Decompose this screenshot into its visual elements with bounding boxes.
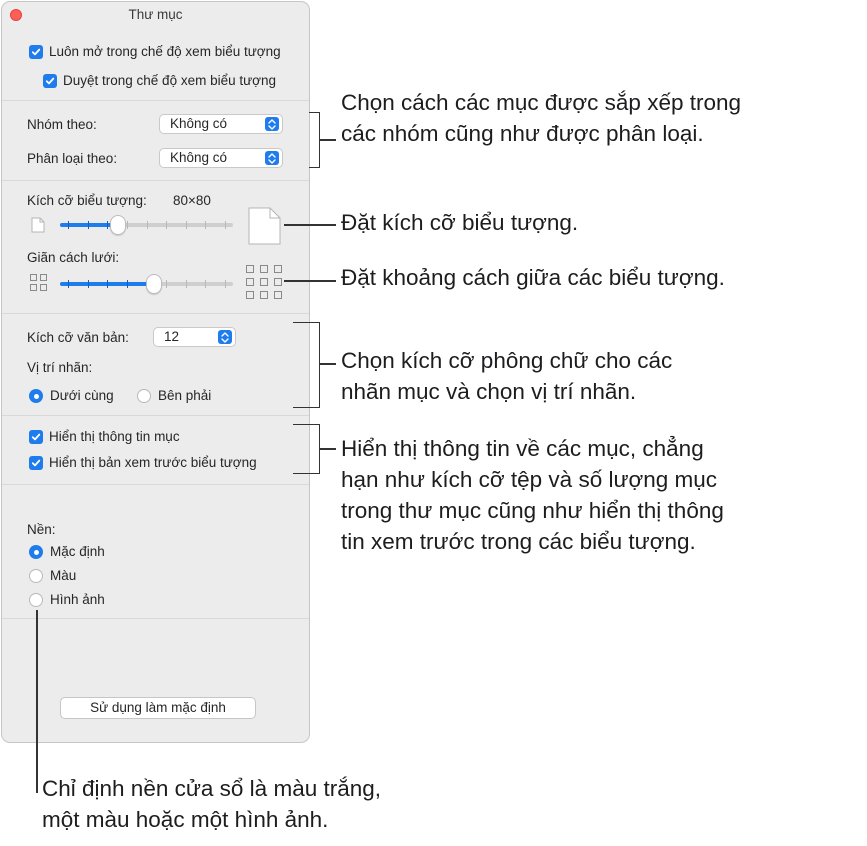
slider-knob[interactable] xyxy=(110,215,126,235)
slider-tick xyxy=(225,221,226,229)
tight-grid-icon xyxy=(30,274,47,291)
group-by-popup[interactable]: Không có xyxy=(159,114,283,134)
divider xyxy=(2,484,309,485)
slider-tick xyxy=(225,280,226,288)
bg-picture-radio[interactable] xyxy=(29,593,43,607)
divider xyxy=(2,100,309,101)
chevron-updown-icon xyxy=(218,330,232,344)
slider-tick xyxy=(186,280,187,288)
slider-tick xyxy=(147,221,148,229)
label-position-label: Vị trí nhãn: xyxy=(27,360,93,375)
always-open-checkbox[interactable] xyxy=(29,45,43,59)
slider-tick xyxy=(127,221,128,229)
sort-by-label: Phân loại theo: xyxy=(27,151,118,166)
slider-tick xyxy=(88,221,89,229)
callout-leader-text xyxy=(319,363,336,365)
callout-grid-spacing: Đặt khoảng cách giữa các biểu tượng. xyxy=(341,265,725,290)
divider xyxy=(2,618,309,619)
group-by-label: Nhóm theo: xyxy=(27,117,97,132)
callout-info-line4: tin xem trước trong các biểu tượng. xyxy=(341,529,696,554)
chevron-updown-icon xyxy=(265,117,279,131)
callout-info-line1: Hiển thị thông tin về các mục, chẳng xyxy=(341,436,704,461)
show-icon-preview-checkbox[interactable] xyxy=(29,456,43,470)
slider-tick xyxy=(107,221,108,229)
callout-background: Chỉ định nền cửa sổ là màu trắng, một mà… xyxy=(42,773,381,835)
show-item-info-label: Hiển thị thông tin mục xyxy=(49,429,180,444)
callout-info-line2: hạn như kích cỡ tệp và số lượng mục xyxy=(341,467,718,492)
callout-leader-grouping xyxy=(319,139,336,141)
small-document-icon xyxy=(31,217,45,233)
label-bottom-radio[interactable] xyxy=(29,389,43,403)
label-right-radio[interactable] xyxy=(137,389,151,403)
bg-default-radio[interactable] xyxy=(29,545,43,559)
group-by-value: Không có xyxy=(170,116,228,131)
callout-leader-background xyxy=(36,610,38,793)
slider-tick xyxy=(127,280,128,288)
callout-grouping-line1: Chọn cách các mục được sắp xếp trong xyxy=(341,90,742,115)
slider-tick xyxy=(88,280,89,288)
icon-size-value: 80×80 xyxy=(173,193,211,208)
bg-picture-text: Hình ảnh xyxy=(50,592,105,607)
window-title: Thư mục xyxy=(128,7,183,22)
callout-info: Hiển thị thông tin về các mục, chẳng hạn… xyxy=(341,433,724,557)
slider-tick xyxy=(166,221,167,229)
callout-leader-info xyxy=(319,448,336,450)
show-item-info-checkbox[interactable] xyxy=(29,430,43,444)
slider-tick xyxy=(186,221,187,229)
callout-leader-icon-size xyxy=(284,224,336,226)
slider-tick xyxy=(68,221,69,229)
grid-spacing-slider[interactable] xyxy=(60,273,233,295)
divider xyxy=(2,313,309,314)
slider-tick xyxy=(107,280,108,288)
callout-leader-grid-spacing xyxy=(284,280,336,282)
callout-text-line2: nhãn mục và chọn vị trí nhãn. xyxy=(341,379,637,404)
callout-text-line1: Chọn kích cỡ phông chữ cho các xyxy=(341,348,673,373)
label-right-text: Bên phải xyxy=(158,388,212,403)
icon-size-label: Kích cỡ biểu tượng: xyxy=(27,193,147,208)
bg-color-text: Màu xyxy=(50,568,77,583)
divider xyxy=(2,415,309,416)
slider-tick xyxy=(205,280,206,288)
slider-tick xyxy=(205,221,206,229)
callout-bg-line2: một màu hoặc một hình ảnh. xyxy=(42,807,329,832)
slider-tick xyxy=(166,280,167,288)
sort-by-popup[interactable]: Không có xyxy=(159,148,283,168)
callout-grouping: Chọn cách các mục được sắp xếp trong các… xyxy=(341,87,741,149)
wide-grid-icon xyxy=(246,265,282,299)
slider-tick xyxy=(68,280,69,288)
text-size-value: 12 xyxy=(164,329,180,344)
background-label: Nền: xyxy=(27,522,56,537)
browse-icon-view-checkbox[interactable] xyxy=(43,74,57,88)
label-bottom-text: Dưới cùng xyxy=(50,388,114,403)
title-bar: Thư mục xyxy=(2,2,309,28)
large-document-icon xyxy=(248,207,281,245)
text-size-label: Kích cỡ văn bản: xyxy=(27,330,129,345)
divider xyxy=(2,180,309,181)
callout-info-line3: trong thư mục cũng như hiển thị thông xyxy=(341,498,724,523)
callout-grouping-line2: các nhóm cũng như được phân loại. xyxy=(341,121,704,146)
view-options-window: Thư mục Luôn mở trong chế độ xem biểu tư… xyxy=(1,1,310,743)
browse-icon-view-label: Duyệt trong chế độ xem biểu tượng xyxy=(63,73,277,88)
icon-size-slider[interactable] xyxy=(60,214,233,236)
chevron-updown-icon xyxy=(265,151,279,165)
callout-icon-size: Đặt kích cỡ biểu tượng. xyxy=(341,210,579,235)
callout-bracket-text xyxy=(293,322,320,408)
text-size-popup[interactable]: 12 xyxy=(153,327,236,347)
sort-by-value: Không có xyxy=(170,150,228,165)
use-as-defaults-button[interactable]: Sử dụng làm mặc định xyxy=(60,697,256,719)
bg-default-text: Mặc định xyxy=(50,544,105,559)
callout-text: Chọn kích cỡ phông chữ cho các nhãn mục … xyxy=(341,345,672,407)
slider-knob[interactable] xyxy=(146,274,162,294)
callout-bg-line1: Chỉ định nền cửa sổ là màu trắng, xyxy=(42,776,382,801)
show-icon-preview-label: Hiển thị bản xem trước biểu tượng xyxy=(49,455,257,470)
always-open-label: Luôn mở trong chế độ xem biểu tượng xyxy=(49,44,281,59)
callout-bracket-info xyxy=(293,424,320,474)
bg-color-radio[interactable] xyxy=(29,569,43,583)
grid-spacing-label: Giãn cách lưới: xyxy=(27,250,120,265)
